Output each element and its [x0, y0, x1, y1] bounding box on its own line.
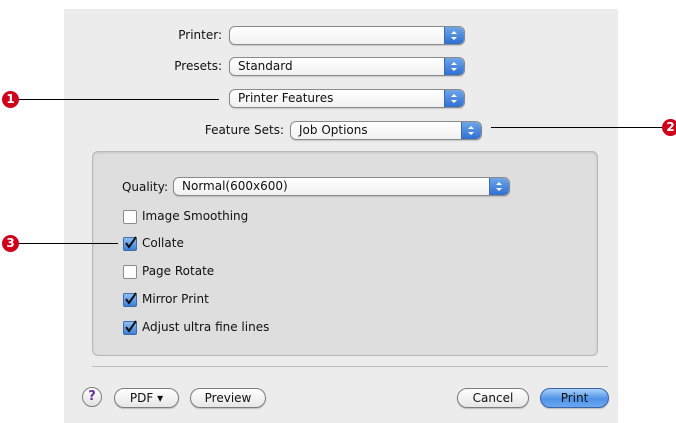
printer-label: Printer:	[178, 28, 222, 42]
quality-label: Quality:	[121, 180, 168, 194]
callout-1: 1	[2, 91, 19, 108]
button-separator	[92, 366, 608, 367]
pane-popup[interactable]: Printer Features	[229, 89, 465, 108]
preview-button[interactable]: Preview	[190, 388, 266, 408]
popup-arrows-icon	[444, 90, 464, 107]
help-button[interactable]: ?	[82, 387, 102, 407]
checkmark-icon	[125, 236, 137, 249]
presets-popup[interactable]: Standard	[229, 57, 465, 76]
callout-2-line	[491, 127, 663, 128]
callout-2: 2	[662, 119, 676, 136]
adjust-ultra-fine-lines-label: Adjust ultra fine lines	[142, 320, 270, 334]
page-rotate-checkbox[interactable]	[123, 265, 137, 279]
print-button[interactable]: Print	[540, 388, 609, 408]
printer-popup[interactable]	[229, 26, 465, 45]
popup-arrows-icon	[461, 122, 481, 139]
checkmark-icon	[125, 292, 137, 305]
feature-sets-label: Feature Sets:	[204, 123, 284, 137]
checkmark-icon	[125, 320, 137, 333]
presets-value: Standard	[238, 59, 293, 73]
feature-sets-popup[interactable]: Job Options	[290, 121, 482, 140]
collate-label: Collate	[142, 236, 184, 250]
cancel-button[interactable]: Cancel	[457, 388, 529, 408]
pane-value: Printer Features	[238, 91, 334, 105]
callout-1-line	[19, 99, 219, 100]
adjust-ultra-fine-lines-checkbox[interactable]	[123, 320, 137, 335]
quality-popup[interactable]: Normal(600x600)	[173, 177, 510, 196]
image-smoothing-checkbox[interactable]	[123, 210, 137, 224]
feature-sets-value: Job Options	[299, 123, 368, 137]
mirror-print-label: Mirror Print	[142, 292, 209, 306]
popup-arrows-icon	[444, 58, 464, 75]
popup-arrows-icon	[444, 27, 464, 44]
presets-label: Presets:	[174, 59, 222, 73]
popup-arrows-icon	[489, 178, 509, 195]
page-rotate-label: Page Rotate	[142, 264, 215, 278]
image-smoothing-label: Image Smoothing	[142, 209, 249, 223]
quality-value: Normal(600x600)	[182, 179, 288, 193]
mirror-print-checkbox[interactable]	[123, 292, 137, 307]
collate-checkbox[interactable]	[123, 236, 137, 251]
pdf-button[interactable]: PDF ▾	[114, 388, 179, 408]
callout-3-line	[19, 243, 118, 244]
callout-3: 3	[2, 235, 19, 252]
